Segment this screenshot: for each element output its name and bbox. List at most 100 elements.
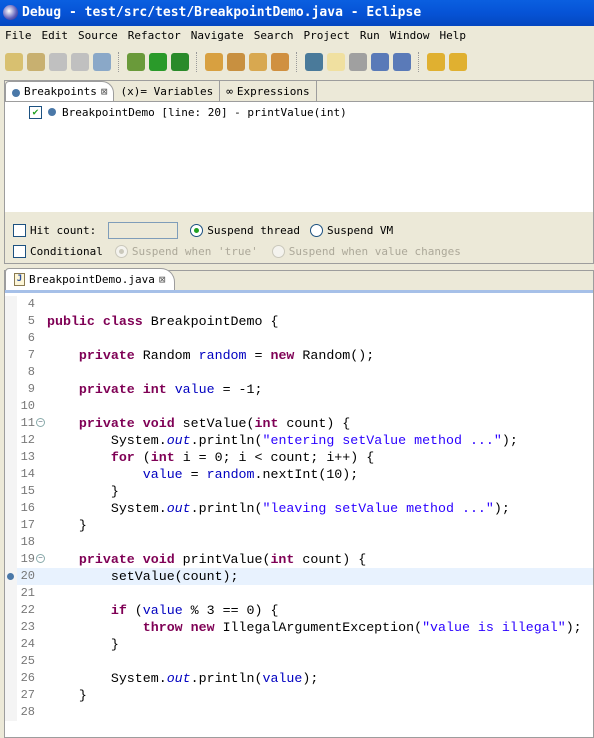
code-line[interactable]: 17 } <box>5 517 593 534</box>
code-line[interactable]: 19− private void printValue(int count) { <box>5 551 593 568</box>
code-line[interactable]: 7 private Random random = new Random(); <box>5 347 593 364</box>
open-task-icon[interactable] <box>227 53 245 71</box>
external-tools-icon[interactable] <box>171 53 189 71</box>
save-icon[interactable] <box>49 53 67 71</box>
code-line[interactable]: 21 <box>5 585 593 602</box>
new-wizard-icon[interactable] <box>5 53 23 71</box>
ruler[interactable] <box>5 636 17 653</box>
ruler[interactable] <box>5 500 17 517</box>
ruler[interactable] <box>5 653 17 670</box>
toggle-breakpoint-icon[interactable] <box>305 53 323 71</box>
breakpoint-marker-icon[interactable] <box>7 573 14 580</box>
code-line[interactable]: 27 } <box>5 687 593 704</box>
code-line[interactable]: 16 System.out.println("leaving setValue … <box>5 500 593 517</box>
open-type-icon[interactable] <box>205 53 223 71</box>
menu-search[interactable]: Search <box>254 26 294 46</box>
open-resource-icon[interactable] <box>249 53 267 71</box>
menu-edit[interactable]: Edit <box>42 26 69 46</box>
ruler[interactable] <box>5 687 17 704</box>
hit-count-checkbox[interactable] <box>13 224 26 237</box>
ruler[interactable] <box>5 330 17 347</box>
ruler[interactable] <box>5 704 17 721</box>
code-line[interactable]: 8 <box>5 364 593 381</box>
tab-breakpoints[interactable]: Breakpoints ⊠ <box>5 81 115 101</box>
ruler[interactable] <box>5 296 17 313</box>
tab-expressions[interactable]: ∞ Expressions <box>220 81 317 101</box>
code-line[interactable]: 22 if (value % 3 == 0) { <box>5 602 593 619</box>
ruler[interactable] <box>5 347 17 364</box>
suspend-thread-radio[interactable] <box>190 224 204 237</box>
breakpoint-enabled-checkbox[interactable]: ✔ <box>29 106 42 119</box>
ruler[interactable] <box>5 432 17 449</box>
ruler[interactable] <box>5 398 17 415</box>
ruler[interactable] <box>5 585 17 602</box>
ruler[interactable] <box>5 619 17 636</box>
suspend-vm-radio[interactable] <box>309 224 323 237</box>
debug-icon[interactable] <box>127 53 145 71</box>
hit-count-input[interactable] <box>108 222 179 239</box>
skip-breakpoints-icon[interactable] <box>349 53 367 71</box>
ruler[interactable] <box>5 313 17 330</box>
show-whitespace-icon[interactable] <box>393 53 411 71</box>
prev-annotation-icon[interactable] <box>449 53 467 71</box>
ruler[interactable] <box>5 483 17 500</box>
code-line[interactable]: 24 } <box>5 636 593 653</box>
code-line[interactable]: 6 <box>5 330 593 347</box>
code-line[interactable]: 23 throw new IllegalArgumentException("v… <box>5 619 593 636</box>
code-line[interactable]: 25 <box>5 653 593 670</box>
search-icon[interactable] <box>271 53 289 71</box>
code-line[interactable]: 26 System.out.println(value); <box>5 670 593 687</box>
print-icon[interactable] <box>93 53 111 71</box>
show-block-icon[interactable] <box>371 53 389 71</box>
code-line[interactable]: 28 <box>5 704 593 721</box>
ruler[interactable] <box>5 670 17 687</box>
save-all-icon[interactable] <box>71 53 89 71</box>
code-text: public class BreakpointDemo { <box>47 313 278 330</box>
suspend-when-true-radio[interactable] <box>114 245 128 258</box>
code-line[interactable]: 9 private int value = -1; <box>5 381 593 398</box>
ruler[interactable] <box>5 415 17 432</box>
menu-run[interactable]: Run <box>360 26 380 46</box>
close-icon[interactable]: ⊠ <box>159 273 166 286</box>
code-line[interactable]: 12 System.out.println("entering setValue… <box>5 432 593 449</box>
code-line[interactable]: 15 } <box>5 483 593 500</box>
fold-icon[interactable]: − <box>36 418 45 427</box>
fold-icon[interactable]: − <box>36 554 45 563</box>
conditional-checkbox[interactable] <box>13 245 26 258</box>
ruler[interactable] <box>5 602 17 619</box>
code-line[interactable]: 11− private void setValue(int count) { <box>5 415 593 432</box>
menu-project[interactable]: Project <box>303 26 349 46</box>
code-line[interactable]: 5 public class BreakpointDemo { <box>5 313 593 330</box>
ruler[interactable] <box>5 449 17 466</box>
editor-tab[interactable]: J BreakpointDemo.java ⊠ <box>5 268 175 290</box>
code-token: public <box>47 314 95 329</box>
ruler[interactable] <box>5 517 17 534</box>
ruler[interactable] <box>5 364 17 381</box>
code-line[interactable]: 18 <box>5 534 593 551</box>
close-icon[interactable]: ⊠ <box>101 82 108 101</box>
code-line[interactable]: 10 <box>5 398 593 415</box>
suspend-when-changes-radio[interactable] <box>271 245 285 258</box>
next-annotation-icon[interactable] <box>427 53 445 71</box>
menu-source[interactable]: Source <box>78 26 118 46</box>
menu-window[interactable]: Window <box>390 26 430 46</box>
tab-variables[interactable]: (x)= Variables <box>114 81 221 101</box>
menu-help[interactable]: Help <box>439 26 466 46</box>
code-line[interactable]: 4 <box>5 296 593 313</box>
run-icon[interactable] <box>149 53 167 71</box>
menu-file[interactable]: File <box>5 26 32 46</box>
ruler[interactable] <box>5 551 17 568</box>
mark-occurrences-icon[interactable] <box>327 53 345 71</box>
new-class-icon[interactable] <box>27 53 45 71</box>
ruler[interactable] <box>5 381 17 398</box>
code-line[interactable]: 14 value = random.nextInt(10); <box>5 466 593 483</box>
code-area[interactable]: 4 5 public class BreakpointDemo {6 7 privat… <box>5 296 593 721</box>
menu-refactor[interactable]: Refactor <box>128 26 181 46</box>
ruler[interactable] <box>5 534 17 551</box>
menu-navigate[interactable]: Navigate <box>191 26 244 46</box>
code-line[interactable]: 20 setValue(count); <box>5 568 593 585</box>
breakpoint-item[interactable]: BreakpointDemo [line: 20] - printValue(i… <box>62 106 347 119</box>
code-line[interactable]: 13 for (int i = 0; i < count; i++) { <box>5 449 593 466</box>
ruler[interactable] <box>5 466 17 483</box>
